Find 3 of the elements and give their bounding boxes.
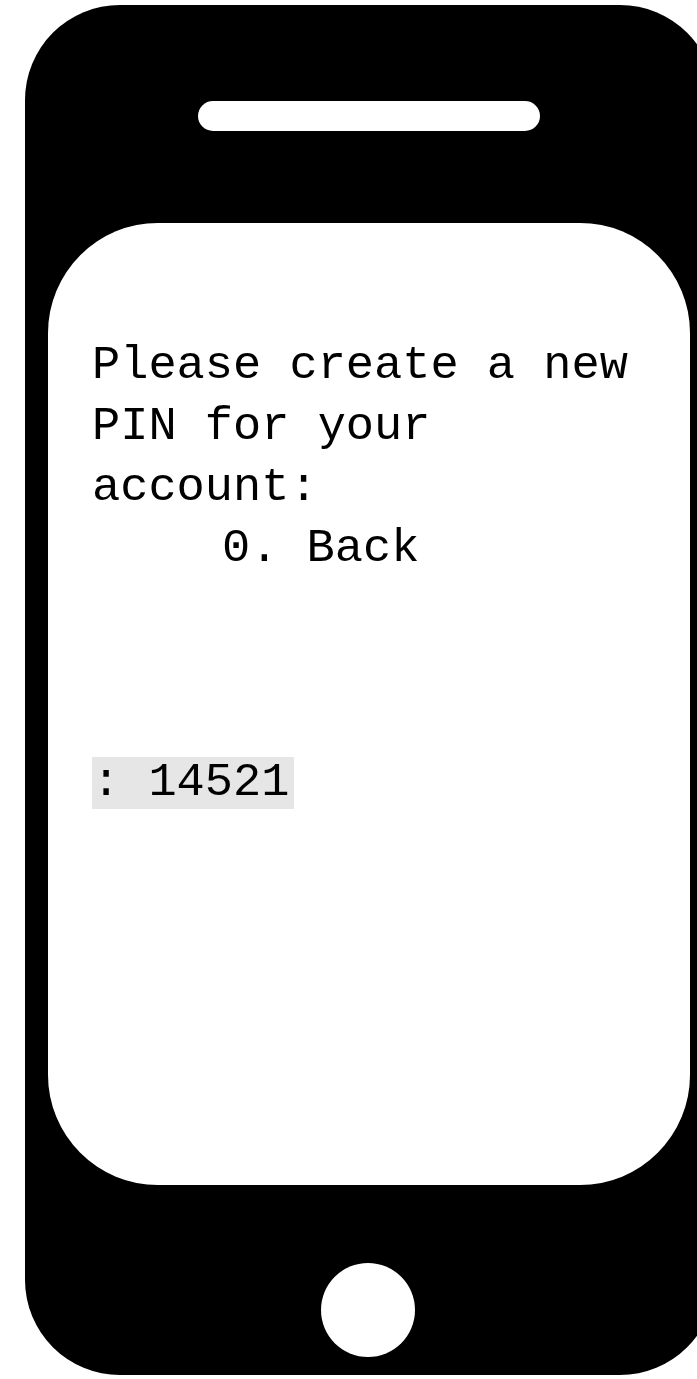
menu-option[interactable]: 0. Back xyxy=(222,518,420,579)
prompt-text: Please create a new PIN for your account: xyxy=(92,338,629,516)
input-field[interactable]: : 14521 xyxy=(92,757,294,809)
